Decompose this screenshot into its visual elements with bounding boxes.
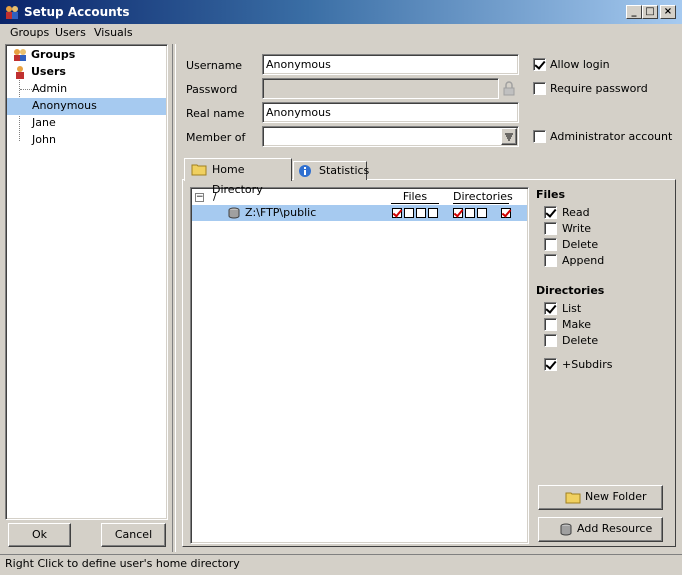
perm-dir-delete-label: Delete <box>562 334 599 347</box>
realname-input[interactable]: Anonymous <box>262 102 519 123</box>
new-folder-button[interactable]: New Folder <box>538 485 663 510</box>
perm-list-checkbox[interactable] <box>544 302 557 315</box>
perm-file-delete-checkbox[interactable] <box>544 238 557 251</box>
dir-path: Z:\FTP\public <box>245 206 317 219</box>
perm-file-delete-label: Delete <box>562 238 599 251</box>
menu-groups[interactable]: Groups <box>10 26 49 39</box>
password-label: Password <box>186 83 238 96</box>
perm-list-label: List <box>562 302 582 315</box>
tab-home-directory[interactable]: Home Directory <box>184 158 292 196</box>
files-perm-header: Files <box>536 188 566 201</box>
menu-bar: Groups Users Visuals <box>0 24 682 42</box>
drive-icon <box>228 207 240 219</box>
chevron-down-icon <box>505 133 513 141</box>
dirs-perm-header: Directories <box>536 284 605 297</box>
cancel-button[interactable]: Cancel <box>101 523 166 547</box>
username-label: Username <box>186 59 243 72</box>
realname-label: Real name <box>186 107 245 120</box>
minimize-button[interactable]: _ <box>626 5 642 19</box>
add-resource-button[interactable]: Add Resource <box>538 517 663 542</box>
groups-icon <box>14 49 26 61</box>
title-bar[interactable]: Setup Accounts _ □ × <box>0 0 682 24</box>
perm-append-checkbox[interactable] <box>544 254 557 267</box>
tab-statistics[interactable]: Statistics <box>293 161 370 180</box>
user-icon <box>16 66 24 79</box>
col-dirs-header: Directories <box>453 190 513 204</box>
info-icon <box>299 165 311 177</box>
file-perm-delete-mark <box>416 208 426 218</box>
perm-write-label: Write <box>562 222 592 235</box>
password-input[interactable] <box>262 78 499 99</box>
memberof-label: Member of <box>186 131 246 144</box>
dir-perm-list-mark <box>453 208 463 218</box>
add-resource-label: Add Resource <box>577 522 653 535</box>
memberof-select[interactable] <box>262 126 519 147</box>
lock-icon[interactable] <box>502 81 516 96</box>
require-password-checkbox[interactable] <box>533 82 546 95</box>
dir-perm-delete-mark <box>477 208 487 218</box>
accounts-tree[interactable]: Groups Users Admin Anonymous Jane John <box>5 44 168 520</box>
status-text: Right Click to define user's home direct… <box>5 557 240 570</box>
menu-visuals[interactable]: Visuals <box>94 26 133 39</box>
tree-user-anonymous[interactable]: Anonymous <box>7 98 166 115</box>
tree-groups[interactable]: Groups <box>31 47 75 64</box>
folder-icon <box>565 492 581 504</box>
folder-icon <box>191 164 207 176</box>
home-directory-list[interactable]: − / Files Directories Z:\FTP\public <box>190 187 529 544</box>
dir-perm-subdirs-mark <box>501 208 511 218</box>
menu-users[interactable]: Users <box>55 26 86 39</box>
require-password-label: Require password <box>550 82 648 95</box>
drive-icon <box>560 523 572 536</box>
maximize-button[interactable]: □ <box>642 5 658 19</box>
perm-make-label: Make <box>562 318 591 331</box>
allow-login-checkbox[interactable] <box>533 58 546 71</box>
perm-subdirs-label: +Subdirs <box>562 358 613 371</box>
admin-account-checkbox[interactable] <box>533 130 546 143</box>
col-files-header: Files <box>391 190 439 204</box>
status-bar: Right Click to define user's home direct… <box>0 554 682 575</box>
perm-read-label: Read <box>562 206 590 219</box>
tab-home-directory-label: Home Directory <box>212 163 263 196</box>
close-button[interactable]: × <box>660 5 676 19</box>
admin-account-label: Administrator account <box>550 130 673 143</box>
allow-login-label: Allow login <box>550 58 610 71</box>
perm-write-checkbox[interactable] <box>544 222 557 235</box>
tree-user-jane[interactable]: Jane <box>32 115 56 132</box>
window-title: Setup Accounts <box>24 5 130 19</box>
new-folder-label: New Folder <box>585 490 647 503</box>
perm-make-checkbox[interactable] <box>544 318 557 331</box>
dir-perm-make-mark <box>465 208 475 218</box>
tree-user-admin[interactable]: Admin <box>32 81 67 98</box>
perm-subdirs-checkbox[interactable] <box>544 358 557 371</box>
memberof-dropdown-button[interactable] <box>501 128 517 145</box>
users-app-icon <box>6 6 18 19</box>
perm-read-checkbox[interactable] <box>544 206 557 219</box>
username-input[interactable]: Anonymous <box>262 54 519 75</box>
tree-users[interactable]: Users <box>31 64 66 81</box>
collapse-toggle[interactable]: − <box>195 193 204 202</box>
perm-append-label: Append <box>562 254 605 267</box>
splitter[interactable] <box>172 44 176 552</box>
file-perm-append-mark <box>428 208 438 218</box>
perm-dir-delete-checkbox[interactable] <box>544 334 557 347</box>
file-perm-read-mark <box>392 208 402 218</box>
ok-button[interactable]: Ok <box>8 523 71 547</box>
file-perm-write-mark <box>404 208 414 218</box>
tree-user-john[interactable]: John <box>32 132 56 149</box>
tab-statistics-label: Statistics <box>319 164 370 177</box>
